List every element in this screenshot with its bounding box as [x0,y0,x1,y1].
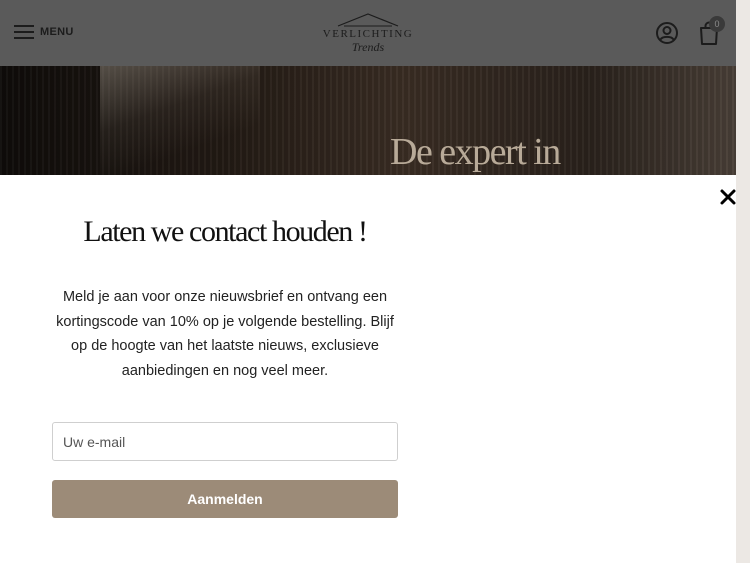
newsletter-popup: Laten we contact houden ! Meld je aan vo… [0,175,736,563]
menu-icon [14,25,34,39]
site-header: MENU VERLICHTING Trends 0 [0,0,736,66]
subscribe-button[interactable]: Aanmelden [52,480,398,518]
email-input[interactable] [52,422,398,461]
hero-title: De expert in [390,131,561,173]
close-icon[interactable] [716,185,740,209]
menu-label: MENU [40,26,74,38]
logo-tagline: Trends [351,40,385,54]
page-scroll-strip [736,0,750,563]
logo-wordmark: VERLICHTING [322,28,414,40]
hero-lamp-image [100,66,260,175]
account-icon[interactable] [655,21,679,45]
popup-title: Laten we contact houden ! [83,215,368,248]
cart-count-badge: 0 [709,16,725,32]
menu-button[interactable]: MENU [14,22,74,42]
popup-description: Meld je aan voor onze nieuwsbrief en ont… [56,289,394,379]
hero-banner: De expert in [0,66,736,175]
site-logo[interactable]: VERLICHTING Trends [318,12,418,56]
